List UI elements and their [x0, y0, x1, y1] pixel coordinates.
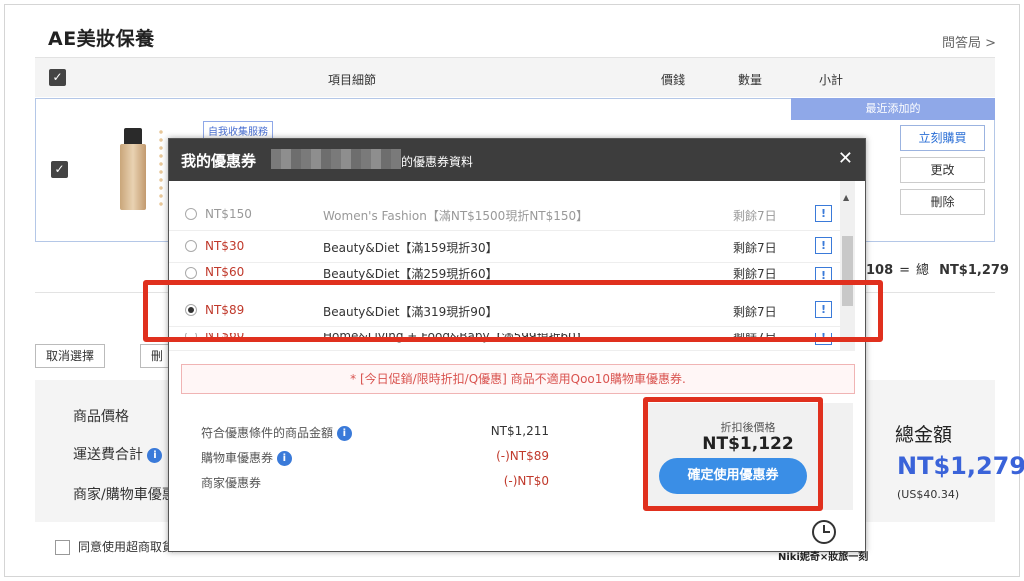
grand-total-label: 總金額: [895, 424, 953, 446]
cart-header: ✓ 項目細節 價錢 數量 小計: [35, 57, 995, 97]
cart-coupon-label: 購物車優惠券 i: [201, 449, 292, 466]
coupon-amount: NT$30: [205, 239, 245, 253]
equals-sign: =: [899, 263, 911, 278]
scroll-up-icon[interactable]: ▲: [843, 193, 849, 202]
col-qty: 數量: [738, 73, 763, 87]
modal-title: 我的優惠券: [181, 152, 257, 170]
agree-checkbox[interactable]: [55, 540, 70, 555]
highlight-confirm-area: [643, 397, 823, 511]
merchant-coupon-value: (-)NT$0: [503, 474, 549, 488]
coupon-amount: NT$60: [205, 265, 245, 279]
modify-button[interactable]: 更改: [900, 157, 985, 183]
col-price: 價錢: [661, 73, 686, 87]
watermark: Niki妮奇×妝旅一刻: [778, 552, 869, 563]
item-checkbox[interactable]: ✓: [51, 161, 68, 178]
agree-label: 同意使用超商取貨: [78, 540, 175, 554]
coupon-info-icon[interactable]: !: [815, 205, 832, 222]
coupon-days: 剩餘7日: [733, 209, 777, 223]
coupon-days: 剩餘7日: [733, 241, 777, 255]
delete-selected-button[interactable]: 刪除: [140, 344, 170, 368]
recent-badge: 最近添加的: [791, 98, 995, 120]
info-icon[interactable]: i: [147, 447, 163, 463]
shop-title: AE美妝保養: [48, 28, 155, 50]
modal-subtitle: 的優惠券資料: [401, 155, 474, 169]
total-label: 總: [916, 263, 930, 278]
qa-link[interactable]: 問答局 >: [942, 32, 996, 51]
buy-now-button[interactable]: 立刻購買: [900, 125, 985, 151]
coupon-radio[interactable]: [185, 240, 197, 252]
coupon-radio[interactable]: [185, 267, 197, 279]
eligible-value: NT$1,211: [490, 424, 549, 438]
merchant-coupon-label: 商家/購物車優惠: [73, 487, 176, 503]
coupon-desc: Women's Fashion【滿NT$1500現折NT$150】: [323, 209, 589, 223]
product-swatch-dots: [157, 128, 165, 208]
shipping-total-text: 運送費合計: [73, 447, 143, 463]
coupon-amount: NT$150: [205, 207, 252, 221]
eligible-label: 符合優惠條件的商品金額 i: [201, 424, 352, 441]
product-price-label: 商品價格: [73, 409, 129, 425]
col-item: 項目細節: [328, 73, 377, 87]
product-image[interactable]: [120, 128, 146, 210]
eligible-text: 符合優惠條件的商品金額: [201, 426, 334, 440]
clock-icon: [812, 520, 836, 544]
deselect-button[interactable]: 取消選擇: [35, 344, 106, 368]
total-value: NT$1,279: [939, 263, 1009, 278]
info-icon[interactable]: i: [336, 426, 352, 441]
col-subtotal: 小計: [819, 73, 844, 87]
redacted-username: [271, 149, 401, 169]
coupon-info-icon[interactable]: !: [815, 237, 832, 254]
grand-total-usd: (US$40.34): [897, 488, 960, 501]
agree-pickup[interactable]: 同意使用超商取貨: [55, 538, 174, 555]
info-icon[interactable]: i: [276, 451, 292, 466]
cart-coupon-value: (-)NT$89: [496, 449, 549, 463]
coupon-row[interactable]: NT$150 Women's Fashion【滿NT$1500現折NT$150】…: [169, 199, 841, 231]
coupon-desc: Beauty&Diet【滿159現折30】: [323, 241, 498, 255]
merchant-coupon-label: 商家優惠券: [201, 476, 262, 490]
highlight-selected-coupon: [143, 280, 883, 342]
select-all-checkbox[interactable]: ✓: [49, 69, 66, 86]
cart-coupon-text: 購物車優惠券: [201, 451, 274, 465]
close-icon[interactable]: ✕: [838, 148, 853, 169]
grand-total-value: NT$1,279: [897, 452, 1024, 480]
coupon-radio[interactable]: [185, 208, 197, 220]
coupon-row[interactable]: NT$30 Beauty&Diet【滿159現折30】 剩餘7日 !: [169, 231, 841, 263]
delete-button[interactable]: 刪除: [900, 189, 985, 215]
partial-total: 108: [866, 263, 894, 278]
shipping-total-label: 運送費合計 i: [73, 444, 163, 464]
coupon-notice: * [今日促銷/限時折扣/Q優惠] 商品不適用Qoo10購物車優惠券.: [181, 364, 855, 394]
modal-header: 我的優惠券 的優惠券資料 ✕: [169, 139, 865, 181]
total-line: 108 = 總 NT$1,279: [866, 259, 1009, 278]
